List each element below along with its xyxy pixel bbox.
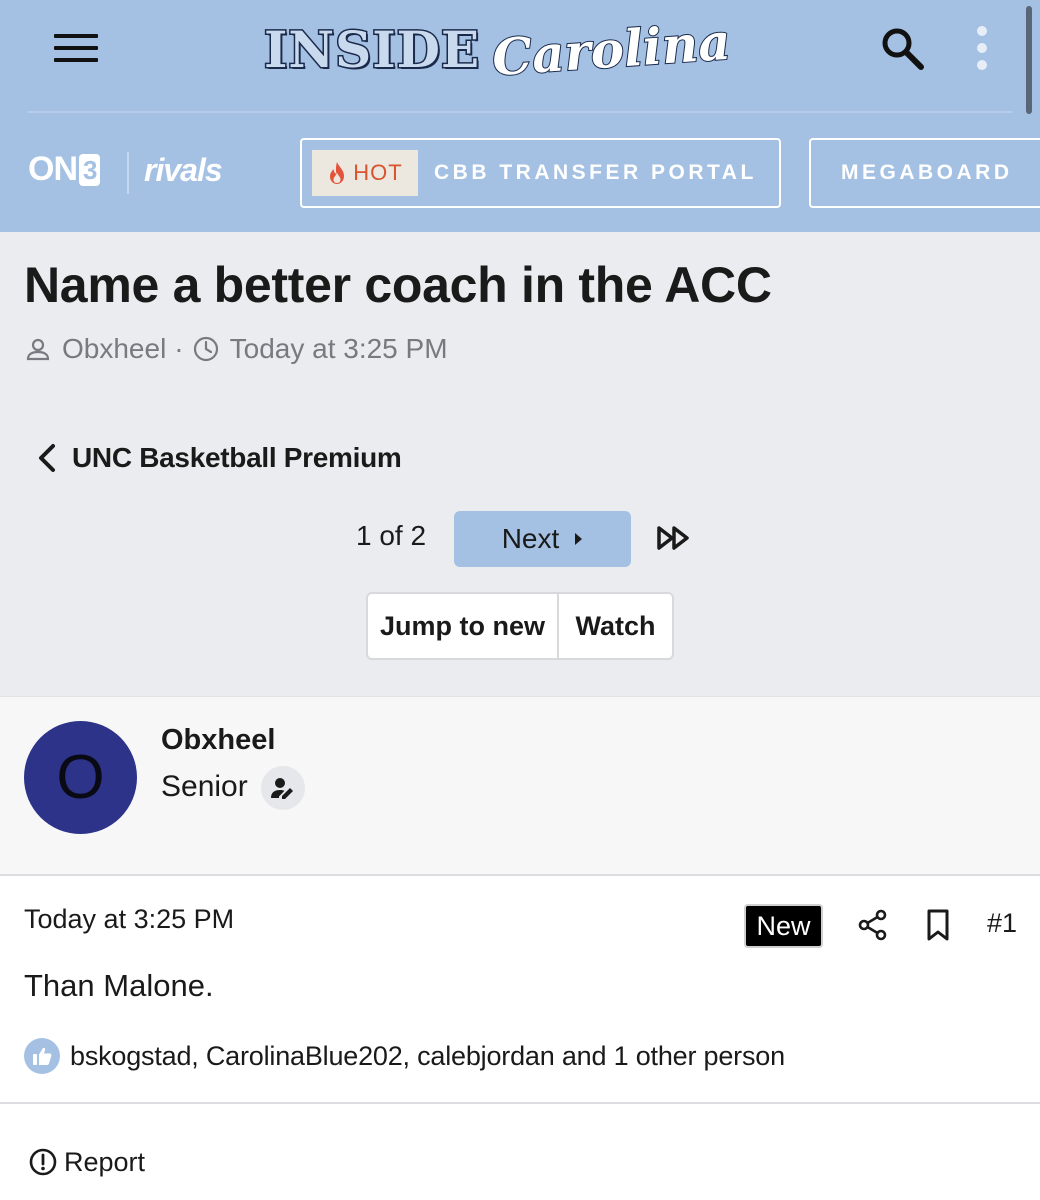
watch-button[interactable]: Watch [559,594,672,658]
thumbs-up-icon [24,1038,60,1074]
caret-right-icon [575,533,583,545]
on3-label: ON [28,150,78,188]
last-page-icon[interactable] [656,522,692,554]
fire-icon [330,162,345,184]
alert-circle-icon [29,1148,57,1176]
page-title: Name a better coach in the ACC [24,257,772,313]
page-indicator[interactable]: 1 of 2 [356,520,426,552]
on3-logo[interactable]: ON 3 [28,150,101,189]
logo-carolina-text: Carolina [489,10,733,88]
user-edit-icon [261,766,305,810]
thread-meta: Obxheel · Today at 3:25 PM [24,332,448,366]
more-options-icon[interactable] [970,26,994,70]
thread-posted-time[interactable]: Today at 3:25 PM [230,333,448,365]
clock-icon [192,335,220,363]
site-logo[interactable]: INSIDE Carolina [262,10,733,88]
post-number-link[interactable]: #1 [987,908,1017,939]
post-divider [0,1102,1040,1104]
next-page-button[interactable]: Next [454,511,631,567]
hot-label: HOT [353,160,403,185]
megaboard-label: MEGABOARD [841,161,1013,184]
site-header: INSIDE Carolina ON 3 rivals HOT CBB TRANS… [0,0,1040,232]
hot-badge: HOT [312,150,418,196]
cbb-transfer-portal-link[interactable]: HOT CBB TRANSFER PORTAL [300,138,781,208]
jump-to-new-button[interactable]: Jump to new [368,594,559,658]
post-body: Than Malone. [24,968,214,1003]
post-timestamp[interactable]: Today at 3:25 PM [24,904,234,935]
post-author-role: Senior [161,770,248,803]
avatar[interactable]: O [24,721,137,834]
logo-separator [127,152,129,194]
reactions-bar[interactable]: bskogstad, CarolinaBlue202, calebjordan … [24,1036,785,1076]
meta-separator: · [174,333,184,364]
on3-digit: 3 [79,153,101,186]
bookmark-icon[interactable] [924,908,952,942]
breadcrumb[interactable]: UNC Basketball Premium [36,438,402,478]
breadcrumb-forum-label: UNC Basketball Premium [72,442,402,473]
search-icon[interactable] [878,24,926,72]
logo-inside-text: INSIDE [262,18,481,80]
report-link[interactable]: Report [28,1144,145,1180]
next-label: Next [501,523,560,554]
megaboard-link[interactable]: MEGABOARD [809,138,1040,208]
thread-author[interactable]: Obxheel [62,333,166,365]
scrollbar[interactable] [1026,6,1032,114]
post-author-name[interactable]: Obxheel [161,724,275,757]
menu-icon[interactable] [52,30,100,66]
thread-actions: Jump to new Watch [366,592,674,660]
new-badge: New [744,904,823,948]
portal-label: CBB TRANSFER PORTAL [434,161,757,184]
rivals-logo[interactable]: rivals [144,152,223,189]
report-label: Report [64,1146,146,1177]
post-author-block [0,696,1040,876]
share-icon[interactable] [857,908,889,942]
reactions-text: bskogstad, CarolinaBlue202, calebjordan … [70,1040,785,1071]
chevron-left-icon [39,444,55,472]
user-icon [24,335,52,363]
header-divider [28,111,1012,113]
